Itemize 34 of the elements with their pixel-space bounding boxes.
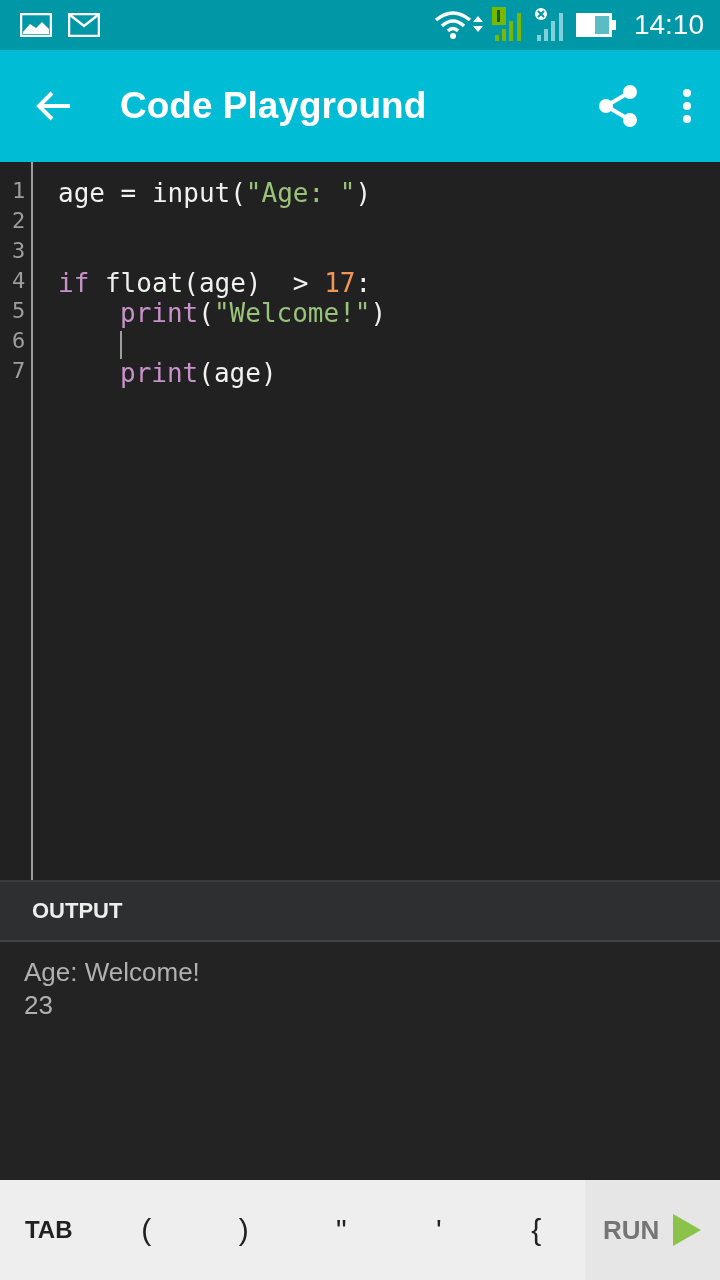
line-number: 6 bbox=[11, 328, 26, 355]
line-number: 1 bbox=[11, 178, 26, 205]
key-button[interactable]: " bbox=[292, 1180, 390, 1280]
run-button[interactable]: RUN bbox=[585, 1180, 720, 1280]
line-number: 4 bbox=[11, 268, 26, 295]
back-arrow-icon bbox=[36, 90, 72, 122]
app-title: Code Playground bbox=[120, 85, 428, 127]
key-button[interactable]: ) bbox=[195, 1180, 293, 1280]
line-number: 2 bbox=[11, 208, 26, 235]
line-number: 7 bbox=[11, 358, 26, 385]
output-header: OUTPUT bbox=[32, 898, 123, 924]
back-button[interactable] bbox=[36, 90, 72, 122]
play-icon bbox=[673, 1214, 702, 1246]
share-icon bbox=[598, 85, 638, 127]
key-button[interactable]: TAB bbox=[0, 1180, 98, 1280]
status-time: 14:10 bbox=[633, 9, 704, 41]
battery-icon bbox=[575, 13, 616, 37]
share-button[interactable] bbox=[598, 85, 638, 127]
key-button[interactable]: ( bbox=[97, 1180, 195, 1280]
more-icon bbox=[682, 89, 692, 123]
output-text: Age: Welcome! bbox=[24, 956, 200, 989]
line-number: 5 bbox=[11, 298, 26, 325]
output-text: 23 bbox=[24, 989, 53, 1022]
mail-icon bbox=[68, 13, 100, 37]
line-number: 3 bbox=[11, 238, 26, 265]
wifi-icon bbox=[433, 11, 484, 39]
more-menu-button[interactable] bbox=[682, 89, 692, 123]
code-line: if float(age) > 17: bbox=[58, 268, 372, 298]
key-button[interactable]: { bbox=[487, 1180, 585, 1280]
picture-notification-icon bbox=[20, 13, 52, 37]
code-line: age = input("Age: ") bbox=[58, 178, 372, 208]
code-line: print("Welcome!") bbox=[119, 298, 387, 328]
key-button[interactable]: ' bbox=[390, 1180, 488, 1280]
code-line: print(age) bbox=[119, 358, 277, 388]
